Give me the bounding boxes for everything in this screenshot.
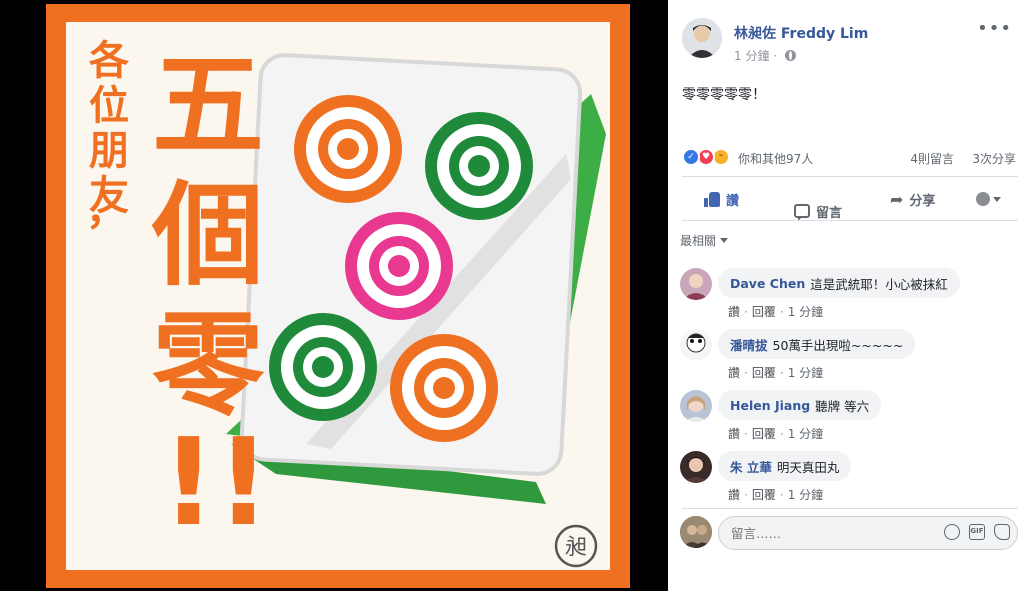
composer-tools: GIF xyxy=(944,524,1010,540)
like-button[interactable]: 讚 xyxy=(704,182,739,216)
circle-pink-center xyxy=(345,212,453,320)
profile-mini-avatar xyxy=(976,192,990,206)
comment-item: Helen Jiang 聽牌 等六 讚 · 回覆 · 1 分鐘 xyxy=(680,390,1020,448)
share-arrow-icon: ➦ xyxy=(890,189,904,209)
globe-icon[interactable] xyxy=(784,50,796,61)
circle-green-top-right xyxy=(425,112,533,220)
comment-bubble-icon xyxy=(794,204,810,221)
emoji-icon[interactable] xyxy=(944,524,960,540)
comment-actions: 讚 · 回覆 · 1 分鐘 xyxy=(728,366,824,380)
post-header: 林昶佐 Freddy Lim 1 分鐘 · ••• xyxy=(682,14,1018,63)
circle-orange-top-left xyxy=(294,95,402,203)
author-name[interactable]: 林昶佐 Freddy Lim xyxy=(734,23,868,43)
comment-like-link[interactable]: 讚 xyxy=(728,305,740,319)
comment-reply-link[interactable]: 回覆 xyxy=(752,488,776,502)
comment-item: 潘晴拔 50萬手出現啦~~~~~ 讚 · 回覆 · 1 分鐘 xyxy=(680,329,1020,387)
reaction-icons[interactable]: ✓ ♥ ᵕ xyxy=(682,148,738,166)
comment-text: 這是武統耶！小心被抹紅 xyxy=(810,276,948,292)
comment-bubble: 潘晴拔 50萬手出現啦~~~~~ xyxy=(718,329,916,359)
comment-author[interactable]: Dave Chen xyxy=(730,276,805,291)
gif-icon[interactable]: GIF xyxy=(969,524,985,540)
comment-time[interactable]: 1 分鐘 xyxy=(788,488,823,502)
comment-like-link[interactable]: 讚 xyxy=(728,366,740,380)
comment-time[interactable]: 1 分鐘 xyxy=(788,305,823,319)
comment-bubble: Helen Jiang 聽牌 等六 xyxy=(718,390,882,420)
stamp-char: 昶 xyxy=(565,535,587,560)
main-char: 五 xyxy=(152,41,264,171)
comment-actions: 讚 · 回覆 · 1 分鐘 xyxy=(728,488,824,502)
reaction-bar: ✓ ♥ ᵕ 你和其他97人 4則留言 3次分享 xyxy=(682,147,1018,167)
commenter-avatar[interactable] xyxy=(680,451,712,483)
comment-reply-link[interactable]: 回覆 xyxy=(752,305,776,319)
side-char: ， xyxy=(86,188,126,234)
photo-viewer: 各 位 朋 友 ， 五 個 零 !! 昶 xyxy=(0,0,668,591)
comment-actions: 讚 · 回覆 · 1 分鐘 xyxy=(728,427,824,441)
like-reaction-icon: ✓ xyxy=(682,148,700,166)
comment-count[interactable]: 4則留言 xyxy=(910,150,954,167)
share-count[interactable]: 3次分享 xyxy=(972,150,1016,167)
circle-green-bottom-left xyxy=(269,313,377,421)
comment-bubble: 朱 立華 明天真田丸 xyxy=(718,451,852,481)
side-char: 位 xyxy=(89,83,129,129)
poster-image: 各 位 朋 友 ， 五 個 零 !! 昶 xyxy=(46,4,630,588)
divider xyxy=(682,176,1018,177)
share-label: 分享 xyxy=(909,193,936,209)
post-side-panel: 林昶佐 Freddy Lim 1 分鐘 · ••• 零零零零零！ ✓ ♥ ᵕ 你… xyxy=(668,0,1030,591)
chevron-down-icon xyxy=(993,196,1001,202)
comment-item: 朱 立華 明天真田丸 讚 · 回覆 · 1 分鐘 xyxy=(680,451,1020,509)
share-button[interactable]: ➦ 分享 xyxy=(890,182,935,216)
chevron-down-icon xyxy=(720,238,729,243)
sticker-icon[interactable] xyxy=(994,524,1010,540)
comment-like-link[interactable]: 讚 xyxy=(728,488,740,502)
divider xyxy=(682,220,1018,221)
like-label: 讚 xyxy=(726,193,740,209)
circle-orange-bottom-right xyxy=(390,334,498,442)
side-char: 朋 xyxy=(89,128,129,174)
reaction-count[interactable]: 你和其他97人 xyxy=(738,150,813,167)
comment-reply-link[interactable]: 回覆 xyxy=(752,427,776,441)
comment-text: 聽牌 等六 xyxy=(815,398,870,414)
comment-actions: 讚 · 回覆 · 1 分鐘 xyxy=(728,305,824,319)
main-char: 個 xyxy=(151,171,264,301)
author-avatar[interactable] xyxy=(682,18,722,58)
thumb-up-icon xyxy=(704,191,720,207)
more-options-icon[interactable]: ••• xyxy=(977,20,1012,38)
comment-author[interactable]: 朱 立華 xyxy=(730,457,772,476)
comment-time[interactable]: 1 分鐘 xyxy=(788,427,823,441)
post-action-bar: 讚 留言 ➦ 分享 xyxy=(682,182,1018,221)
comment-text: 明天真田丸 xyxy=(776,459,840,475)
main-char: 零 xyxy=(152,301,265,431)
comment-text: 50萬手出現啦~~~~~ xyxy=(772,337,904,353)
audience-selector[interactable] xyxy=(976,182,1001,216)
comment-item: Dave Chen 這是武統耶！小心被抹紅 讚 · 回覆 · 1 分鐘 xyxy=(680,268,1020,326)
post-meta: 1 分鐘 · xyxy=(734,47,796,64)
sort-label: 最相關 xyxy=(680,234,717,248)
divider xyxy=(682,508,1018,509)
post-text: 零零零零零！ xyxy=(682,87,766,103)
commenter-avatar[interactable] xyxy=(680,268,712,300)
comment-composer: GIF xyxy=(680,516,1020,550)
comment-time[interactable]: 1 分鐘 xyxy=(788,366,823,380)
current-user-avatar[interactable] xyxy=(680,516,712,548)
comment-author[interactable]: 潘晴拔 xyxy=(730,335,768,354)
comment-author[interactable]: Helen Jiang xyxy=(730,398,810,413)
comment-bubble: Dave Chen 這是武統耶！小心被抹紅 xyxy=(718,268,960,298)
comment-sort-dropdown[interactable]: 最相關 xyxy=(680,232,729,249)
commenter-avatar[interactable] xyxy=(680,329,712,361)
main-char: !! xyxy=(161,414,270,553)
comment-label: 留言 xyxy=(816,205,843,221)
side-char: 各 xyxy=(89,38,130,84)
commenter-avatar[interactable] xyxy=(680,390,712,422)
comment-reply-link[interactable]: 回覆 xyxy=(752,366,776,380)
post-time[interactable]: 1 分鐘 xyxy=(734,49,769,63)
comment-like-link[interactable]: 讚 xyxy=(728,427,740,441)
